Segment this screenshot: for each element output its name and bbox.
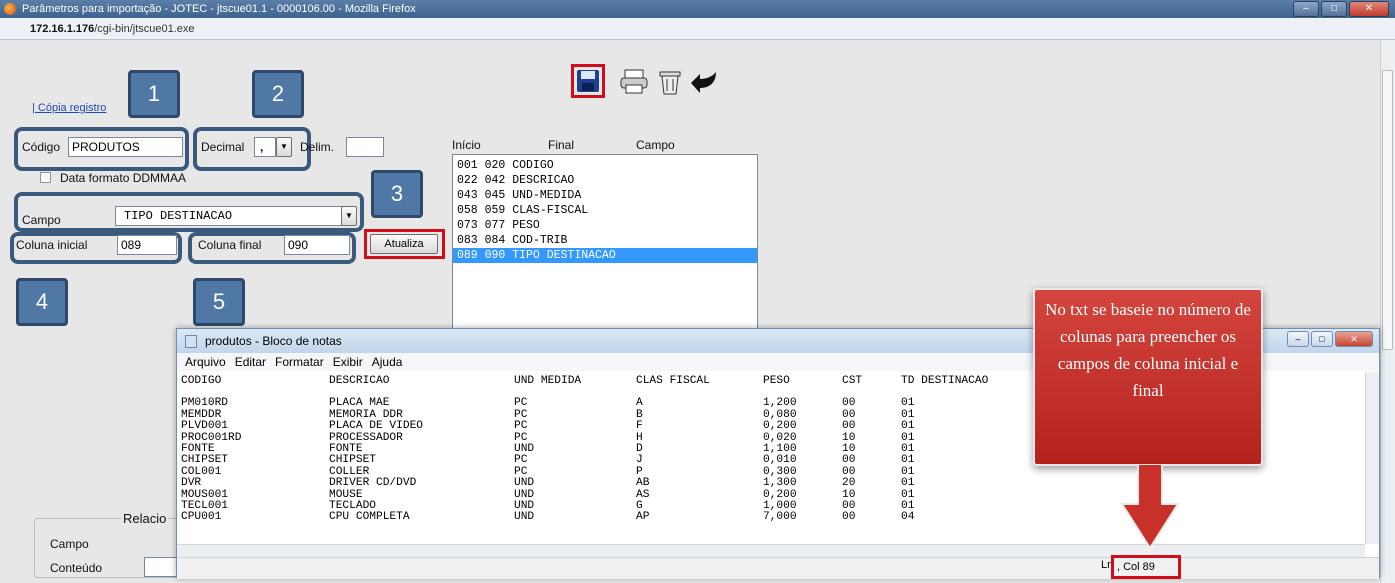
bottom-conteudo-label: Conteúdo	[50, 561, 103, 575]
notepad-maximize-button[interactable]: □	[1311, 331, 1333, 347]
campo-dropdown-icon[interactable]: ▼	[341, 206, 357, 226]
campo-select[interactable]: TIPO DESTINACAO	[115, 206, 343, 226]
text-row: CPU001 CPU COMPLETA UND AP 7,000 00 04	[181, 511, 1357, 524]
text-cell: PESO	[763, 375, 790, 387]
list-header-inicio: Início	[452, 138, 481, 152]
menu-arquivo[interactable]: Arquivo	[185, 353, 226, 371]
save-icon[interactable]	[576, 69, 600, 93]
coluna-final-input[interactable]: 090	[284, 235, 350, 255]
callout-number-3: 3	[371, 170, 423, 218]
text-cell: PC	[514, 420, 528, 433]
list-item[interactable]: 043 045 UND-MEDIDA	[453, 188, 757, 203]
text-cell: F	[636, 420, 643, 433]
campo-label: Campo	[22, 213, 61, 227]
codigo-label: Código	[22, 140, 61, 154]
text-cell: DRIVER CD/DVD	[329, 477, 417, 490]
firefox-icon	[4, 3, 16, 15]
notepad-vertical-scrollbar[interactable]	[1365, 372, 1379, 544]
notepad-close-button[interactable]: ✕	[1335, 331, 1373, 347]
list-item[interactable]: 001 020 CODIGO	[453, 158, 757, 173]
text-cell: 01	[901, 420, 915, 433]
list-item[interactable]: 073 077 PESO	[453, 218, 757, 233]
text-cell: 01	[901, 477, 915, 490]
decimal-select[interactable]: ,	[254, 137, 276, 157]
text-cell: CPU001	[181, 511, 222, 524]
list-item[interactable]: 058 059 CLAS-FISCAL	[453, 203, 757, 218]
window-title-bar: Parâmetros para importação - JOTEC - jts…	[0, 0, 1395, 18]
text-cell: 20	[842, 477, 856, 490]
callout-number-4: 4	[16, 278, 68, 326]
delim-label: Delim.	[300, 140, 335, 154]
text-cell: CODIGO	[181, 375, 222, 387]
annotation-down-arrow	[1120, 464, 1180, 550]
text-cell: DESCRICAO	[329, 375, 390, 387]
coluna-inicial-label: Coluna inicial	[16, 238, 88, 252]
text-cell: CPU COMPLETA	[329, 511, 410, 524]
text-cell: AP	[636, 511, 650, 524]
trash-icon[interactable]	[656, 66, 684, 96]
maximize-button[interactable]: □	[1321, 1, 1347, 17]
text-cell: 1,300	[763, 477, 797, 490]
copy-record-link[interactable]: | Cópia registro	[32, 102, 106, 114]
text-cell: CLAS FISCAL	[636, 375, 710, 387]
text-cell: 04	[901, 511, 915, 524]
callout-number-5: 5	[193, 278, 245, 326]
atualiza-button[interactable]: Atualiza	[370, 234, 438, 254]
notepad-status-bar	[177, 557, 1379, 579]
text-cell: PLACA DE VIDEO	[329, 420, 423, 433]
list-header-campo: Campo	[636, 138, 675, 152]
list-item[interactable]: 083 084 COD-TRIB	[453, 233, 757, 248]
text-cell: DVR	[181, 477, 202, 490]
data-formato-checkbox[interactable]	[40, 172, 51, 183]
text-cell: UND	[514, 511, 535, 524]
menu-formatar[interactable]: Formatar	[275, 353, 324, 371]
address-bar[interactable]: 172.16.1.176/cgi-bin/jtscue01.exe	[0, 18, 1395, 40]
minimize-button[interactable]: –	[1293, 1, 1319, 17]
notepad-horizontal-scrollbar[interactable]	[177, 544, 1365, 557]
coluna-inicial-input[interactable]: 089	[117, 235, 177, 255]
text-cell: 00	[842, 511, 856, 524]
close-button[interactable]: ✕	[1349, 1, 1389, 17]
text-cell: 0,200	[763, 420, 797, 433]
text-cell: PLVD001	[181, 420, 228, 433]
relacio-legend: Relacio	[121, 511, 169, 526]
codigo-input[interactable]: PRODUTOS	[68, 137, 183, 157]
page-scroll-thumb[interactable]	[1382, 70, 1393, 350]
callout-number-2: 2	[252, 70, 304, 118]
text-cell: 7,000	[763, 511, 797, 524]
notepad-minimize-button[interactable]: –	[1287, 331, 1309, 347]
delim-input[interactable]	[346, 137, 384, 157]
window-controls: – □ ✕	[1293, 1, 1389, 17]
coluna-final-label: Coluna final	[198, 238, 262, 252]
fields-listbox[interactable]: 001 020 CODIGO 022 042 DESCRICAO 043 045…	[452, 154, 758, 344]
menu-exibir[interactable]: Exibir	[333, 353, 363, 371]
text-cell: TD DESTINACAO	[901, 375, 989, 387]
status-column-indicator: , Col 89	[1111, 555, 1181, 579]
data-formato-label: Data formato DDMMAA	[60, 171, 187, 185]
text-cell: AB	[636, 477, 650, 490]
text-cell: UND MEDIDA	[514, 375, 582, 387]
text-row: DVR DRIVER CD/DVD UND AB 1,300 20 01	[181, 477, 1357, 490]
decimal-label: Decimal	[201, 140, 245, 154]
back-arrow-icon[interactable]	[690, 68, 720, 94]
conteudo-input[interactable]	[144, 557, 178, 577]
annotation-bubble: No txt se baseie no número de colunas pa…	[1033, 288, 1263, 466]
list-header-final: Final	[548, 138, 575, 152]
text-cell: UND	[514, 477, 535, 490]
text-cell: 00	[842, 420, 856, 433]
notepad-window-controls: – □ ✕	[1287, 331, 1373, 347]
menu-ajuda[interactable]: Ajuda	[372, 353, 403, 371]
bottom-campo-label: Campo	[50, 537, 89, 551]
list-item-selected[interactable]: 089 090 TIPO DESTINACAO	[453, 248, 757, 263]
list-item[interactable]: 022 042 DESCRICAO	[453, 173, 757, 188]
decimal-dropdown-icon[interactable]: ▼	[276, 137, 292, 157]
notepad-icon	[185, 335, 197, 348]
text-cell: CST	[842, 375, 863, 387]
callout-number-1: 1	[128, 70, 180, 118]
print-icon[interactable]	[620, 68, 648, 94]
menu-editar[interactable]: Editar	[235, 353, 266, 371]
